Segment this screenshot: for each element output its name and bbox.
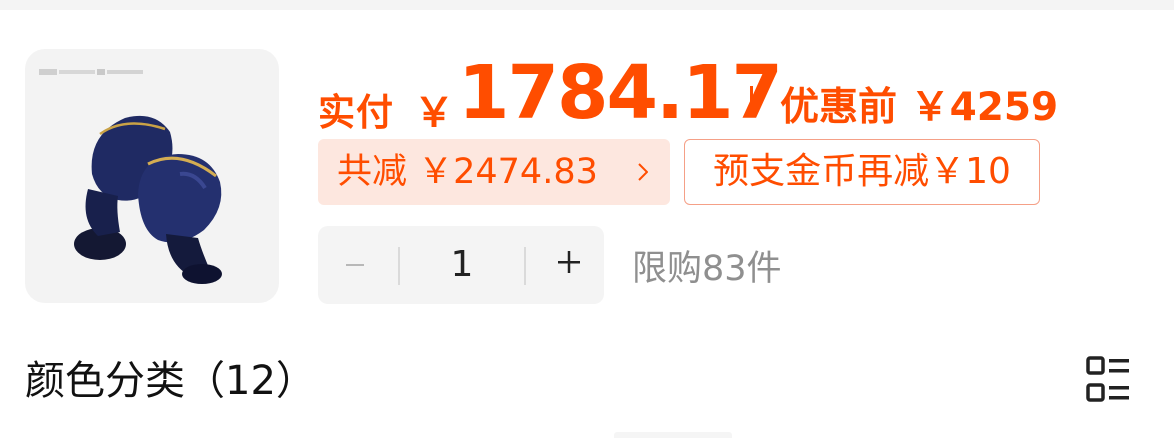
increase-button[interactable] bbox=[526, 226, 604, 304]
chevron-right-icon bbox=[638, 163, 648, 181]
earbuds-icon bbox=[74, 115, 222, 284]
product-thumbnail[interactable] bbox=[25, 49, 279, 303]
price-row: 实付 ￥ 1784.17 优惠前 ￥4259 bbox=[318, 50, 1138, 136]
original-price: 优惠前 ￥4259 bbox=[780, 85, 1059, 130]
color-category-title: 颜色分类（12） bbox=[25, 358, 316, 404]
purchase-limit-text: 限购83件 bbox=[632, 249, 782, 289]
brand-watermark bbox=[39, 69, 143, 75]
plus-icon bbox=[558, 251, 580, 273]
top-strip bbox=[0, 0, 1174, 10]
total-discount-text: 共减 ￥2474.83 bbox=[337, 152, 598, 192]
option-tile-edge bbox=[614, 432, 732, 438]
price-label: 实付 bbox=[318, 91, 394, 134]
minus-icon bbox=[346, 264, 364, 266]
coin-discount-badge: 预支金币再减￥10 bbox=[684, 139, 1040, 205]
list-view-icon bbox=[1086, 356, 1129, 402]
price-currency: ￥ bbox=[414, 90, 454, 136]
price-divider bbox=[750, 86, 753, 112]
quantity-stepper: 1 bbox=[318, 226, 604, 304]
total-discount-button[interactable]: 共减 ￥2474.83 bbox=[318, 139, 670, 205]
list-view-toggle-button[interactable] bbox=[1082, 354, 1134, 406]
decrease-button[interactable] bbox=[318, 226, 398, 304]
quantity-value[interactable]: 1 bbox=[400, 226, 524, 304]
price-value: 1784.17 bbox=[458, 50, 783, 136]
product-sku-panel: 实付 ￥ 1784.17 优惠前 ￥4259 共减 ￥2474.83 预支金币再… bbox=[0, 0, 1174, 438]
